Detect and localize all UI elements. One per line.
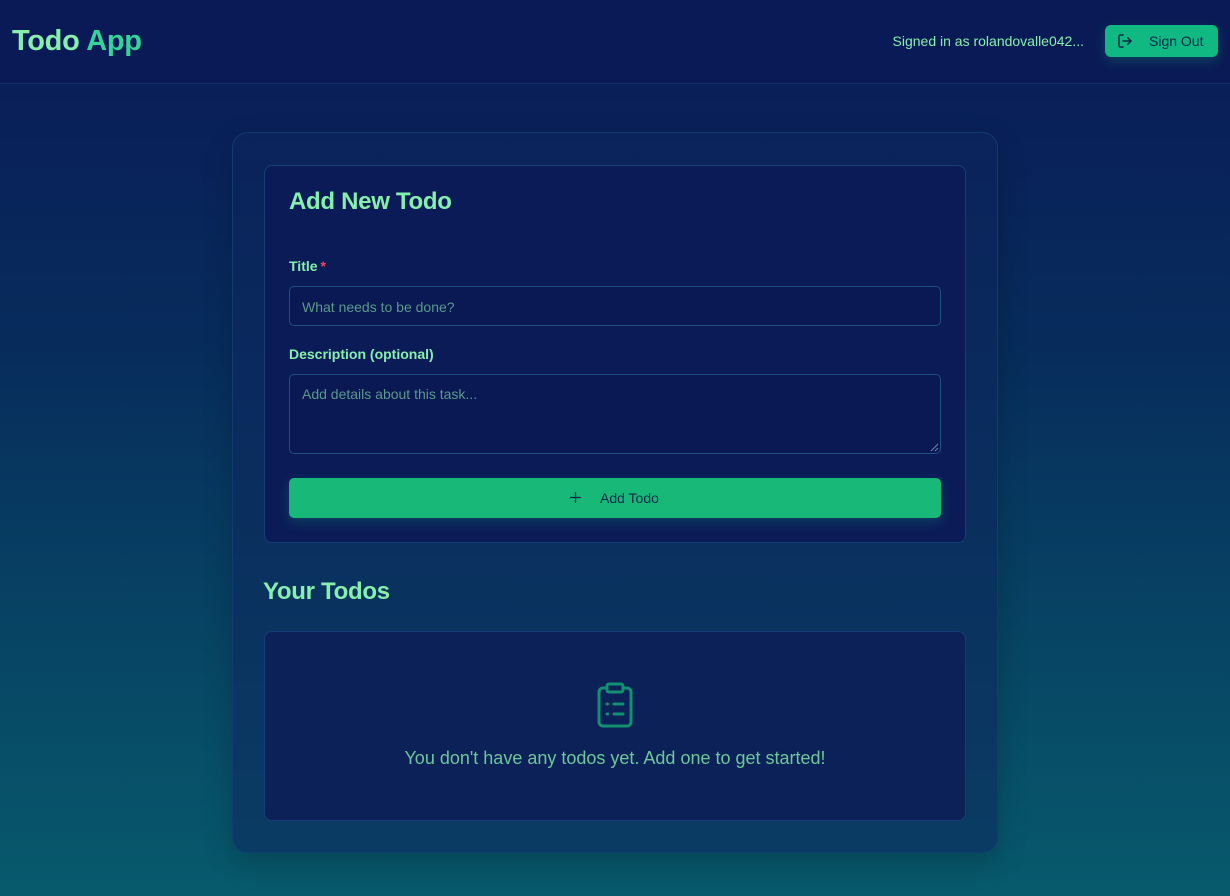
add-todo-button[interactable]: Add Todo (289, 478, 941, 518)
logo-word-todo: Todo (12, 25, 80, 57)
sign-out-button[interactable]: Sign Out (1105, 25, 1218, 57)
app-header: Todo App Signed in as rolandovalle042...… (0, 0, 1230, 84)
empty-todos-message: You don't have any todos yet. Add one to… (404, 748, 826, 768)
title-label: Title * (289, 257, 326, 275)
title-label-text: Title (289, 258, 318, 274)
your-todos-heading: Your Todos (263, 578, 390, 605)
textarea-resize-handle[interactable] (930, 443, 939, 452)
required-marker: * (320, 258, 326, 274)
add-todo-heading: Add New Todo (289, 188, 452, 215)
clipboard-list-icon (597, 682, 633, 728)
logo-word-app: App (86, 25, 142, 57)
log-out-icon (1118, 34, 1132, 48)
app-logo: Todo App (12, 24, 142, 58)
description-textarea[interactable]: Add details about this task... (289, 374, 941, 454)
description-label: Description (optional) (289, 346, 434, 362)
signed-in-status: Signed in as rolandovalle042... (892, 33, 1084, 49)
title-input-placeholder: What needs to be done? (302, 299, 455, 315)
title-input[interactable]: What needs to be done? (289, 286, 941, 326)
sign-out-label: Sign Out (1149, 33, 1204, 49)
description-placeholder: Add details about this task... (302, 386, 478, 402)
add-todo-label: Add Todo (600, 490, 659, 506)
plus-icon (569, 491, 582, 504)
